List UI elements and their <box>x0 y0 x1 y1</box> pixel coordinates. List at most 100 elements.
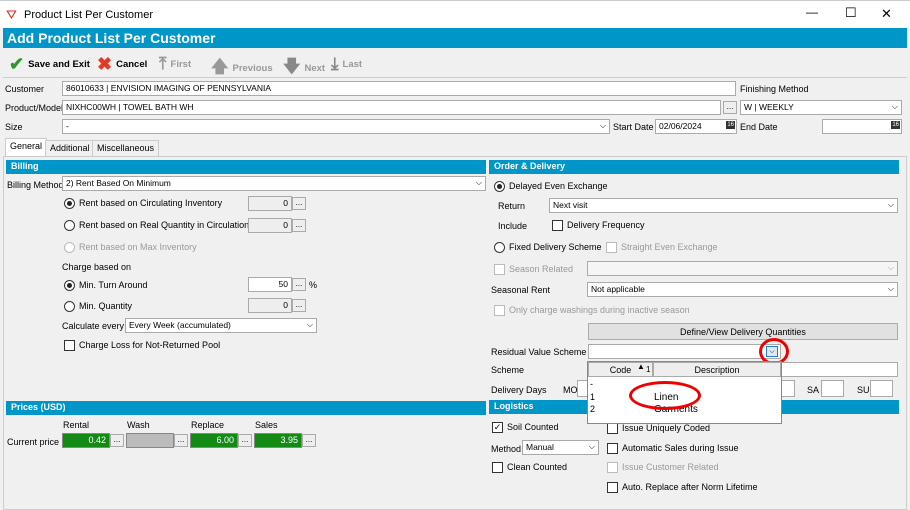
delivery-frequency-checkbox[interactable]: Delivery Frequency <box>552 220 645 232</box>
radio-max-inventory[interactable]: Rent based on Max Inventory <box>64 242 197 254</box>
previous-button[interactable]: 🡅 Previous <box>211 54 273 83</box>
close-button[interactable]: ✕ <box>881 6 892 22</box>
calendar-icon[interactable]: 16 <box>726 121 735 129</box>
min-quantity-value[interactable]: 0 <box>248 298 292 313</box>
only-charge-checkbox[interactable]: Only charge washings during inactive sea… <box>494 305 690 317</box>
calendar-icon[interactable]: 16 <box>891 121 900 129</box>
radio-icon <box>64 280 75 292</box>
product-model-field[interactable]: NIXHC00WH | TOWEL BATH WH <box>62 100 721 115</box>
clean-counted-checkbox[interactable]: Clean Counted <box>492 462 567 474</box>
chevron-down-icon: ⌵ <box>599 121 606 130</box>
replace-price[interactable]: 6.00 <box>190 433 238 448</box>
cancel-button[interactable]: ✖ Cancel <box>97 54 147 75</box>
billing-method-select[interactable]: 2) Rent Based On Minimum ⌵ <box>62 176 486 191</box>
column-header-code[interactable]: Code ▲ 1 <box>588 362 653 377</box>
price-col-rental: Rental <box>63 420 90 430</box>
residual-value-scheme-input[interactable]: ⌵ <box>588 344 781 359</box>
issue-customer-related-checkbox[interactable]: Issue Customer Related <box>607 462 719 474</box>
checkbox-icon <box>607 482 618 494</box>
last-button[interactable]: ⤓ Last <box>331 54 362 74</box>
x-icon: ✖ <box>97 54 113 74</box>
rental-price[interactable]: 0.42 <box>62 433 110 448</box>
real-quantity-lookup-button[interactable]: ... <box>292 219 306 232</box>
min-quantity-lookup-button[interactable]: ... <box>292 299 306 312</box>
straight-even-exchange-checkbox[interactable]: Straight Even Exchange <box>606 242 718 254</box>
checkbox-icon <box>552 220 563 232</box>
automatic-sales-checkbox[interactable]: Automatic Sales during Issue <box>607 443 739 455</box>
circulating-lookup-button[interactable]: ... <box>292 197 306 210</box>
radio-real-quantity[interactable]: Rent based on Real Quantity in Circulati… <box>64 220 249 232</box>
chevron-down-icon: ⌵ <box>887 263 894 272</box>
app-logo-icon: ⛛ <box>6 7 17 22</box>
radio-icon <box>64 242 75 254</box>
season-related-checkbox[interactable]: Season Related <box>494 264 573 276</box>
price-col-wash: Wash <box>127 420 150 430</box>
soil-counted-checkbox[interactable]: ✓ Soil Counted <box>492 422 559 434</box>
end-date-field[interactable]: 16 <box>822 119 902 134</box>
tab-miscellaneous[interactable]: Miscellaneous <box>92 140 160 156</box>
day-fr-field[interactable] <box>781 380 795 397</box>
turn-lookup-button[interactable]: ... <box>292 278 306 291</box>
auto-replace-checkbox[interactable]: Auto. Replace after Norm Lifetime <box>607 482 758 494</box>
radio-min-turn-around[interactable]: Min. Turn Around <box>64 280 148 292</box>
sales-lookup-button[interactable]: ... <box>302 434 316 447</box>
chevron-down-icon: ⌵ <box>887 284 894 293</box>
first-arrow-icon: ⤒ <box>159 54 167 73</box>
sales-price[interactable]: 3.95 <box>254 433 302 448</box>
start-date-field[interactable]: 02/06/2024 16 <box>655 119 737 134</box>
next-button[interactable]: 🡇 Next <box>283 54 325 83</box>
finishing-method-label: Finishing Method <box>740 84 809 94</box>
customer-field[interactable]: 86010633 | ENVISION IMAGING OF PENNSYLVA… <box>62 81 736 96</box>
chevron-down-icon: ⌵ <box>475 178 482 187</box>
charge-loss-checkbox[interactable]: Charge Loss for Not-Returned Pool <box>64 340 220 352</box>
column-header-description[interactable]: Description <box>653 362 781 377</box>
radio-delayed-even-exchange[interactable]: Delayed Even Exchange <box>494 181 608 193</box>
maximize-button[interactable]: ☐ <box>845 5 857 21</box>
customer-label: Customer <box>5 84 45 94</box>
day-sa-field[interactable] <box>821 380 844 397</box>
circulating-inventory-value[interactable]: 0 <box>248 196 292 211</box>
checkmark-icon: ✔ <box>9 54 25 74</box>
calculate-every-label: Calculate every <box>62 321 125 331</box>
season-select[interactable]: ⌵ <box>587 261 898 276</box>
first-button[interactable]: ⤒ First <box>159 54 191 74</box>
replace-lookup-button[interactable]: ... <box>238 434 252 447</box>
min-turn-around-value[interactable]: 50 <box>248 277 292 292</box>
return-label: Return <box>498 201 526 211</box>
return-select[interactable]: Next visit ⌵ <box>549 198 898 213</box>
size-select[interactable]: - ⌵ <box>62 119 610 134</box>
wash-lookup-button[interactable]: ... <box>174 434 188 447</box>
radio-icon <box>64 301 75 313</box>
day-su-field[interactable] <box>870 380 893 397</box>
highlight-circle <box>629 381 701 410</box>
rental-lookup-button[interactable]: ... <box>110 434 124 447</box>
day-su-label: SU <box>857 385 870 395</box>
product-lookup-button[interactable]: ... <box>723 101 737 114</box>
chevron-down-icon: ⌵ <box>306 320 313 329</box>
scheme-label: Scheme <box>491 365 525 375</box>
radio-fixed-delivery-scheme[interactable]: Fixed Delivery Scheme <box>494 242 602 254</box>
finishing-method-select[interactable]: W | WEEKLY ⌵ <box>740 100 902 115</box>
method-label: Method <box>491 444 522 454</box>
window-title: Product List Per Customer <box>24 9 153 21</box>
radio-circulating-inventory[interactable]: Rent based on Circulating Inventory <box>64 198 222 210</box>
billing-header: Billing <box>6 160 486 174</box>
minimize-button[interactable]: — <box>806 5 818 19</box>
seasonal-rent-select[interactable]: Not applicable ⌵ <box>587 282 898 297</box>
order-delivery-header: Order & Delivery <box>489 160 899 174</box>
issue-uniquely-coded-checkbox[interactable]: Issue Uniquely Coded <box>607 423 710 435</box>
method-select[interactable]: Manual ⌵ <box>522 440 599 455</box>
toolbar: ✔ Save and Exit ✖ Cancel ⤒ First 🡅 Previous … <box>3 50 907 78</box>
delivery-days-label: Delivery Days <box>491 385 547 395</box>
calculate-every-select[interactable]: Every Week (accumulated) ⌵ <box>125 318 317 333</box>
tab-additional[interactable]: Additional <box>45 140 95 156</box>
down-arrow-icon: 🡇 <box>283 57 301 76</box>
real-quantity-value[interactable]: 0 <box>248 218 292 233</box>
scheme-field[interactable] <box>781 362 898 377</box>
save-and-exit-button[interactable]: ✔ Save and Exit <box>9 54 90 75</box>
define-delivery-quantities-button[interactable]: Define/View Delivery Quantities <box>588 323 898 340</box>
radio-min-quantity[interactable]: Min. Quantity <box>64 301 132 313</box>
tab-general[interactable]: General <box>5 138 48 156</box>
wash-price[interactable] <box>126 433 174 448</box>
size-label: Size <box>5 122 23 132</box>
